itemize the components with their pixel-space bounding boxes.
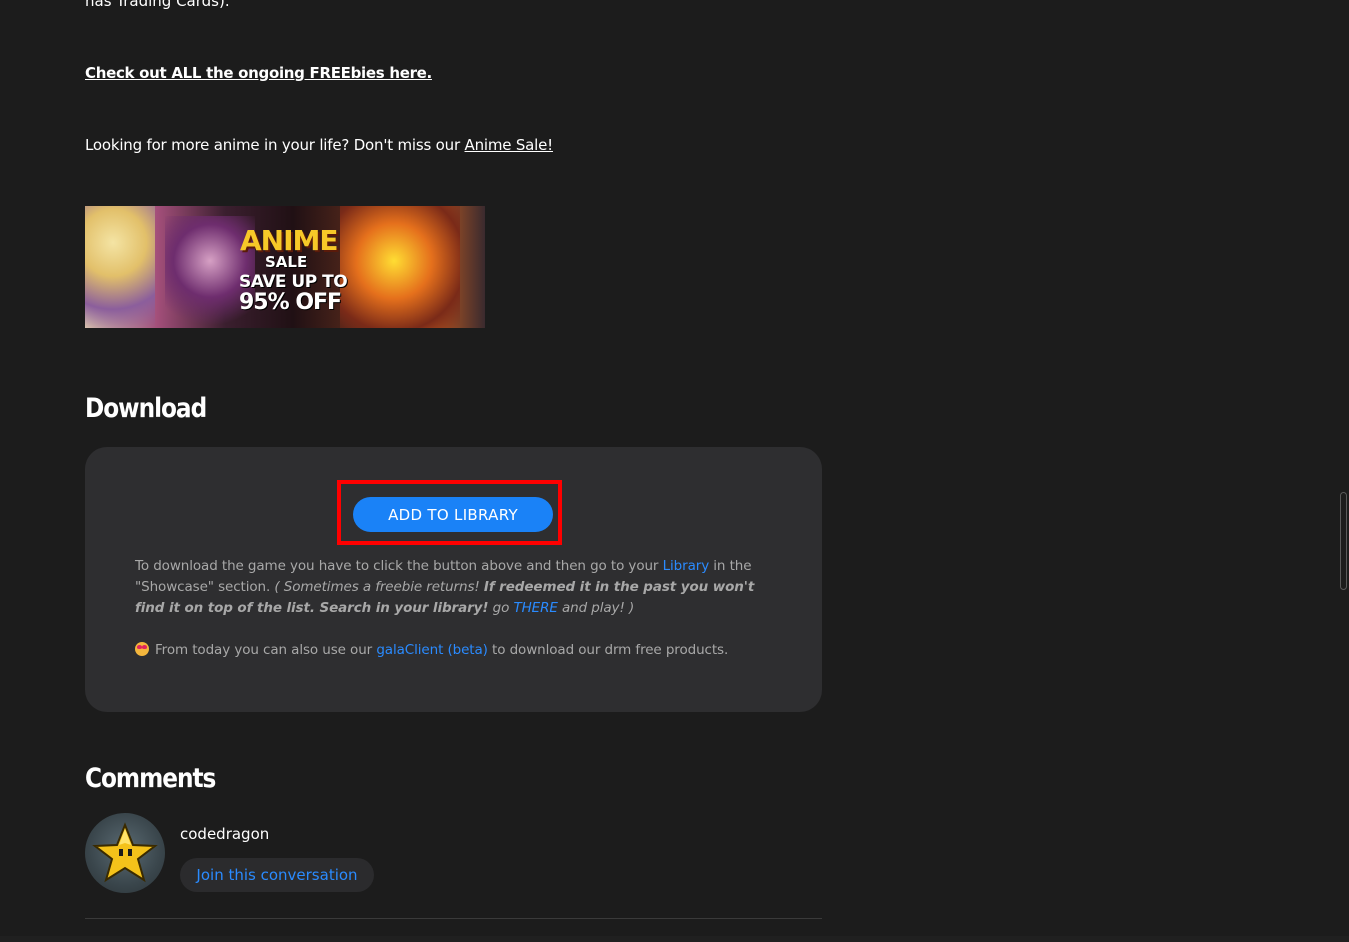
banner-art-left <box>85 206 155 328</box>
instructions-italic-1: ( Sometimes a freebie returns! <box>274 579 484 595</box>
download-heading: Download <box>85 393 207 424</box>
comments-divider <box>85 918 822 919</box>
article-text-cut: has Trading Cards). <box>85 0 230 10</box>
star-avatar-icon <box>92 822 158 883</box>
galaclient-line: From today you can also use our galaClie… <box>135 640 728 661</box>
galaclient-link[interactable]: galaClient (beta) <box>376 642 488 658</box>
anime-sale-link[interactable]: Anime Sale! <box>465 136 554 154</box>
there-link[interactable]: THERE <box>513 600 557 616</box>
anime-sale-prefix: Looking for more anime in your life? Don… <box>85 136 465 154</box>
banner-off-text: 95% OFF <box>239 290 342 315</box>
anime-sale-line: Looking for more anime in your life? Don… <box>85 136 553 154</box>
banner-save-text: SAVE UP TO <box>239 272 348 292</box>
bottom-edge <box>0 936 1349 942</box>
client-prefix: From today you can also use our <box>155 642 377 658</box>
banner-sale-text: SALE <box>265 253 308 271</box>
instructions-italic-2: go <box>488 600 514 616</box>
freebies-link[interactable]: Check out ALL the ongoing FREEbies here. <box>85 64 432 82</box>
download-panel: ADD TO LIBRARY To download the game you … <box>85 447 822 712</box>
client-suffix: to download our drm free products. <box>487 642 729 658</box>
scrollbar-thumb[interactable] <box>1340 492 1347 590</box>
instructions-text-1: To download the game you have to click t… <box>135 558 663 574</box>
avatar[interactable] <box>85 813 165 893</box>
add-to-library-button[interactable]: ADD TO LIBRARY <box>353 497 553 532</box>
page: has Trading Cards). Check out ALL the on… <box>0 0 1349 942</box>
heart-eyes-emoji-icon <box>135 642 149 656</box>
comments-heading: Comments <box>85 763 216 794</box>
instructions-italic-3: and play! ) <box>557 600 635 616</box>
banner-art-right <box>340 206 460 328</box>
download-instructions: To download the game you have to click t… <box>135 556 775 619</box>
library-link[interactable]: Library <box>663 558 710 574</box>
comment-username: codedragon <box>180 825 270 843</box>
join-conversation-button[interactable]: Join this conversation <box>180 858 374 892</box>
anime-sale-banner[interactable]: ANIME SALE SAVE UP TO 95% OFF <box>85 206 485 328</box>
